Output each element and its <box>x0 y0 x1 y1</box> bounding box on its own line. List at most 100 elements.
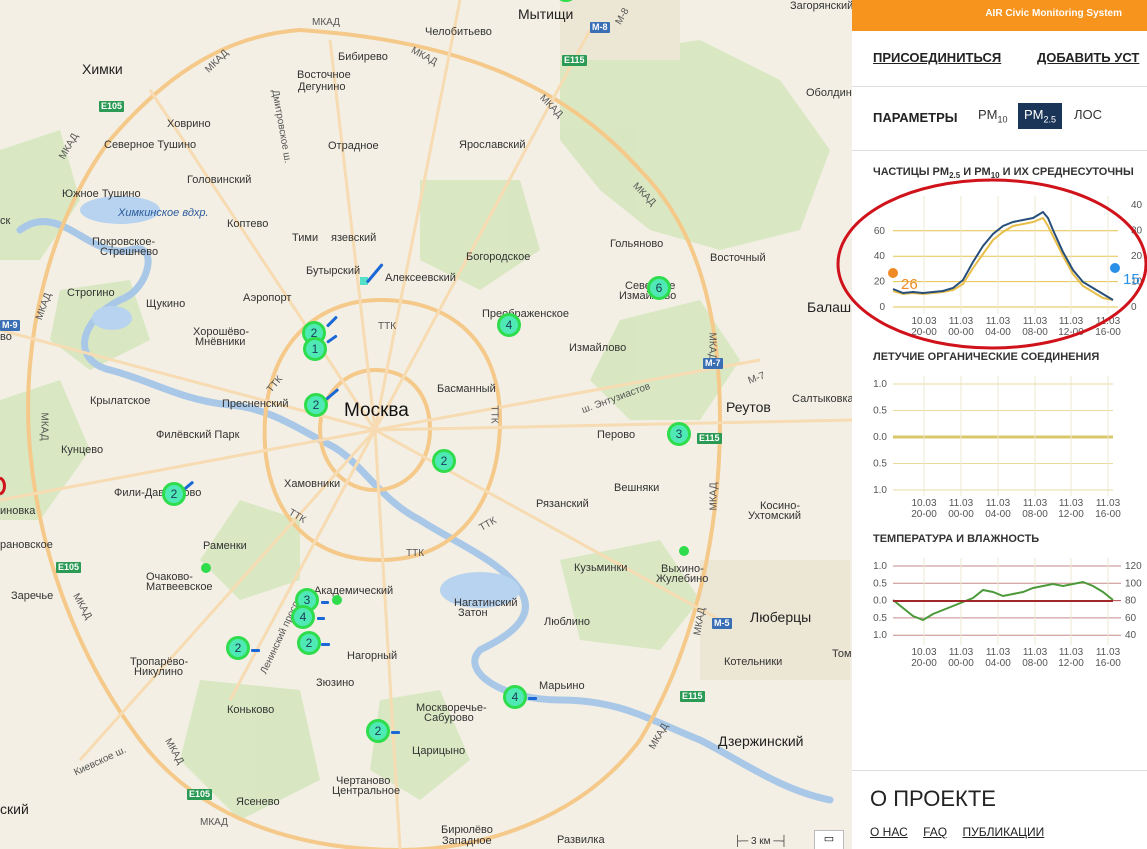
map-label: во <box>0 331 12 343</box>
publications-link[interactable]: ПУБЛИКАЦИИ <box>962 825 1044 839</box>
sensor-cluster-marker[interactable]: 4 <box>503 685 527 709</box>
time-tick-hour: 20-00 <box>911 658 937 668</box>
sensor-dot[interactable] <box>332 595 342 605</box>
y-tick-left: 1.0 <box>873 561 887 572</box>
map-label: Алексеевский <box>385 272 456 284</box>
y-tick-left: -0.5 <box>873 613 887 624</box>
top-nav: ПРИСОЕДИНИТЬСЯ ДОБАВИТЬ УСТ <box>852 31 1147 87</box>
map[interactable]: Мытищи Химки Москва Реутов Люберцы Дзержински… <box>0 0 852 849</box>
param-pm10[interactable]: PM10 <box>972 103 1014 129</box>
ruler-icon[interactable]: ▭ <box>814 830 844 849</box>
y-tick-right: 80 <box>1125 596 1137 607</box>
wind-direction-indicator <box>317 617 325 620</box>
time-tick-date: 11.03 <box>1059 498 1084 509</box>
road-label: МКАД <box>200 817 228 828</box>
param-voc[interactable]: ЛОС <box>1068 103 1108 126</box>
wind-direction-indicator <box>321 643 330 646</box>
time-tick-date: 11.03 <box>1096 647 1121 658</box>
about-us-link[interactable]: О НАС <box>870 825 908 839</box>
about-title: О ПРОЕКТЕ <box>870 786 996 811</box>
road-shield: E115 <box>562 55 587 66</box>
time-tick-date: 10.03 <box>911 647 936 658</box>
map-label: Химки <box>82 61 123 77</box>
road-shield: M-7 <box>703 358 723 369</box>
time-tick-date: 11.03 <box>1059 647 1084 658</box>
map-label: Салтыковка <box>792 393 852 405</box>
map-label: Матвеевское <box>146 581 213 593</box>
map-label: Котельники <box>724 656 783 668</box>
map-label: Бибирево <box>338 51 388 63</box>
sensor-cluster-marker[interactable]: 2 <box>366 719 390 743</box>
sensor-cluster-marker[interactable]: 3 <box>667 422 691 446</box>
map-label: Мытищи <box>518 6 574 22</box>
time-tick-hour: 08-00 <box>1022 509 1048 518</box>
map-label: Царицыно <box>412 745 466 757</box>
map-label: Строгино <box>67 287 115 299</box>
sensor-dot[interactable] <box>201 563 211 573</box>
param-pm25[interactable]: PM2.5 <box>1018 103 1063 129</box>
map-label: Кузьминки <box>574 562 628 574</box>
map-label: Преображенское <box>482 308 570 320</box>
sensor-cluster-marker[interactable]: 2 <box>432 449 456 473</box>
road-shield: E105 <box>99 101 125 112</box>
sensor-cluster-marker[interactable]: 1 <box>303 337 327 361</box>
time-tick-date: 11.03 <box>1023 498 1048 509</box>
brand-bar: AIR Civic Monitoring System <box>852 0 1147 31</box>
wind-direction-indicator <box>528 697 537 700</box>
map-label: Коньково <box>227 704 275 716</box>
map-label: Тими <box>292 232 319 244</box>
wind-direction-indicator <box>321 601 329 604</box>
map-label: Ясенево <box>236 796 280 808</box>
map-label: Пресненский <box>222 398 289 410</box>
sensor-cluster-marker[interactable]: 2 <box>297 631 321 655</box>
sensor-cluster-marker[interactable]: 4 <box>291 605 315 629</box>
y-tick-left: 0.5 <box>873 578 887 589</box>
time-tick-date: 11.03 <box>986 647 1011 658</box>
map-label: иновка <box>0 505 36 517</box>
y-tick-right: 60 <box>1125 613 1137 624</box>
map-label: Ховрино <box>167 118 211 130</box>
map-label: Никулино <box>134 666 184 678</box>
add-device-link[interactable]: ДОБАВИТЬ УСТ <box>1037 50 1139 65</box>
faq-link[interactable]: FAQ <box>923 825 947 839</box>
sensor-cluster-marker[interactable]: 2 <box>162 482 186 506</box>
road-shield: E105 <box>56 562 82 573</box>
road-label: МКАД <box>708 482 720 511</box>
y-tick-right: 100 <box>1125 578 1142 589</box>
map-label: Вешняки <box>614 482 660 494</box>
time-tick-hour: 16-00 <box>1095 658 1121 668</box>
about-links: О НАС FAQ ПУБЛИКАЦИИ <box>870 825 1056 839</box>
y-tick: -1.0 <box>873 485 887 496</box>
map-label: Зюзино <box>316 677 355 689</box>
map-label: Западное <box>442 835 492 847</box>
time-tick-hour: 04-00 <box>985 658 1011 668</box>
y-tick-left: -1.0 <box>873 630 887 641</box>
map-label: Мнёвники <box>195 336 246 348</box>
road-shield: M-5 <box>712 618 732 629</box>
join-link[interactable]: ПРИСОЕДИНИТЬСЯ <box>873 50 1001 65</box>
time-tick-hour: 04-00 <box>985 509 1011 518</box>
map-label: Загорянский <box>790 0 852 12</box>
road-shield: M-8 <box>590 22 610 33</box>
map-label: Аэропорт <box>243 292 292 304</box>
parameters-bar: ПАРАМЕТРЫ PM10 PM2.5 ЛОС <box>852 87 1147 151</box>
map-label: язевский <box>331 232 377 244</box>
y-tick: 0.0 <box>873 432 887 443</box>
sensor-dot[interactable] <box>679 546 689 556</box>
map-label: Отрадное <box>328 140 379 152</box>
time-tick-hour: 08-00 <box>1022 658 1048 668</box>
map-label: Измайлово <box>569 342 627 354</box>
map-label: Марьино <box>539 680 585 692</box>
map-label: Затон <box>458 607 488 619</box>
sensor-cluster-marker[interactable]: 4 <box>497 313 521 337</box>
sensor-cluster-marker[interactable]: 2 <box>304 393 328 417</box>
map-label: Люблино <box>544 616 591 628</box>
map-label: Фили-Давыдково <box>114 487 202 499</box>
sensor-cluster-marker[interactable]: 6 <box>647 276 671 300</box>
sensor-cluster-marker[interactable]: 2 <box>226 636 250 660</box>
y-tick-right: 120 <box>1125 561 1142 572</box>
side-panel: AIR Civic Monitoring System ПРИСОЕДИНИТЬ… <box>852 0 1147 849</box>
time-tick-date: 11.03 <box>1096 498 1121 509</box>
time-tick-hour: 12-00 <box>1058 658 1084 668</box>
map-label: Богородское <box>466 251 531 263</box>
